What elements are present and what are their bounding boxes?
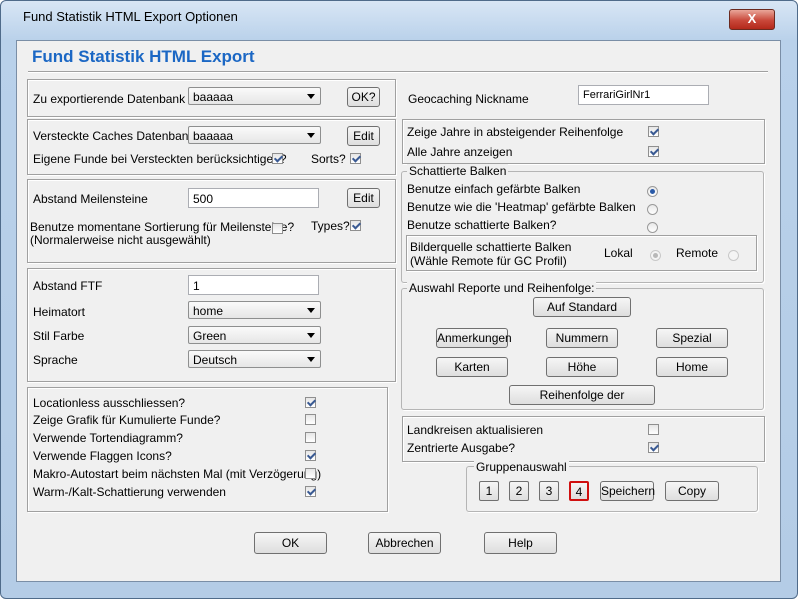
hidden-db-label: Versteckte Caches Datenbank xyxy=(33,129,195,143)
nickname-label: Geocaching Nickname xyxy=(408,92,529,106)
option-label: Zeige Grafik für Kumulierte Funde? xyxy=(33,413,221,427)
help-button[interactable]: Help xyxy=(484,532,557,554)
milestone-sort-label: Benutze momentane Sortierung für Meilens… xyxy=(30,220,295,234)
report-numbers-button[interactable]: Nummern xyxy=(546,328,618,348)
language-label: Sprache xyxy=(33,353,78,367)
option-label: Warm-/Kalt-Schattierung verwenden xyxy=(33,485,226,499)
database-label: Zu exportierende Datenbank xyxy=(33,92,186,106)
close-button[interactable]: X xyxy=(729,9,775,30)
report-maps-button[interactable]: Karten xyxy=(436,357,508,377)
group-2-button[interactable]: 2 xyxy=(509,481,529,501)
sorts-label: Sorts? xyxy=(311,152,346,166)
color-value: Green xyxy=(193,329,227,343)
nickname-value: FerrariGirlNr1 xyxy=(583,89,651,101)
page-title: Fund Statistik HTML Export xyxy=(32,47,255,66)
centered-output-label: Zentrierte Ausgabe? xyxy=(407,441,516,455)
option-checkbox[interactable] xyxy=(305,450,316,461)
color-label: Stil Farbe xyxy=(33,329,85,343)
sorts-checkbox[interactable] xyxy=(350,153,361,164)
source-remote-label: Remote xyxy=(676,246,719,260)
option-checkbox[interactable] xyxy=(305,414,316,425)
group-selection-legend: Gruppenauswahl xyxy=(474,460,569,474)
report-altitude-button[interactable]: Höhe xyxy=(546,357,618,377)
reports-legend: Auswahl Reporte und Reihenfolge: xyxy=(407,281,597,295)
chevron-down-icon xyxy=(307,333,315,338)
hidden-edit-button[interactable]: Edit xyxy=(347,126,380,146)
option-label: Verwende Flaggen Icons? xyxy=(33,449,172,463)
image-source-note: (Wähle Remote für GC Profil) xyxy=(410,254,567,268)
home-select[interactable]: home xyxy=(188,301,321,319)
save-group-button[interactable]: Speichern xyxy=(600,481,655,501)
own-finds-checkbox[interactable] xyxy=(272,153,283,164)
counties-update-label: Landkreisen aktualisieren xyxy=(407,423,544,437)
types-label: Types? xyxy=(311,219,350,233)
window-title: Fund Statistik HTML Export Optionen xyxy=(23,9,238,24)
shaded-option-1-label: Benutze einfach gefärbte Balken xyxy=(407,182,581,196)
own-finds-label: Eigene Funde bei Versteckten berücksicht… xyxy=(33,152,287,166)
milestone-value: 500 xyxy=(193,192,214,206)
ok-check-button[interactable]: OK? xyxy=(347,87,380,107)
report-special-button[interactable]: Spezial xyxy=(656,328,728,348)
hidden-db-value: baaaaa xyxy=(193,129,234,143)
option-label: Makro-Autostart beim nächsten Mal (mit V… xyxy=(33,467,322,481)
database-select[interactable]: baaaaa xyxy=(188,87,321,105)
types-checkbox[interactable] xyxy=(350,220,361,231)
report-notes-button[interactable]: Anmerkungen xyxy=(436,328,512,348)
all-years-checkbox[interactable] xyxy=(648,146,659,157)
chevron-down-icon xyxy=(307,357,315,362)
option-label: Verwende Tortendiagramm? xyxy=(33,431,183,445)
shaded-option-3-label: Benutze schattierte Balken? xyxy=(407,218,557,232)
shaded-option-1-radio[interactable] xyxy=(647,186,658,197)
chevron-down-icon xyxy=(307,133,315,138)
milestone-input[interactable]: 500 xyxy=(188,188,319,208)
chevron-down-icon xyxy=(307,308,315,313)
source-remote-radio[interactable] xyxy=(728,250,739,261)
report-home-button[interactable]: Home xyxy=(656,357,728,377)
years-desc-label: Zeige Jahre in absteigender Reihenfolge xyxy=(407,125,624,139)
centered-output-checkbox[interactable] xyxy=(648,442,659,453)
option-checkbox[interactable] xyxy=(305,486,316,497)
nickname-input[interactable]: FerrariGirlNr1 xyxy=(578,85,709,105)
all-years-label: Alle Jahre anzeigen xyxy=(407,145,513,159)
shaded-bars-legend: Schattierte Balken xyxy=(407,164,509,178)
close-icon: X xyxy=(747,11,757,26)
ok-button[interactable]: OK xyxy=(254,532,327,554)
milestone-sort-note: (Normalerweise nicht ausgewählt) xyxy=(30,233,211,247)
group-3-button[interactable]: 3 xyxy=(539,481,559,501)
milestone-label: Abstand Meilensteine xyxy=(33,192,148,206)
years-desc-checkbox[interactable] xyxy=(648,126,659,137)
option-label: Locationless ausschliessen? xyxy=(33,396,186,410)
shaded-option-2-radio[interactable] xyxy=(647,204,658,215)
option-checkbox[interactable] xyxy=(305,432,316,443)
home-value: home xyxy=(193,304,224,318)
database-value: baaaaa xyxy=(193,90,234,104)
home-label: Heimatort xyxy=(33,305,86,319)
milestone-sort-checkbox[interactable] xyxy=(272,223,283,234)
source-local-radio[interactable] xyxy=(650,250,661,261)
group-1-button[interactable]: 1 xyxy=(479,481,499,501)
copy-group-button[interactable]: Copy xyxy=(665,481,719,501)
ftf-value: 1 xyxy=(193,279,200,293)
shaded-option-3-radio[interactable] xyxy=(647,222,658,233)
group-4-button[interactable]: 4 xyxy=(569,481,589,501)
color-select[interactable]: Green xyxy=(188,326,321,344)
image-source-label: Bilderquelle schattierte Balken xyxy=(410,240,572,254)
option-checkbox[interactable] xyxy=(305,397,316,408)
counties-update-checkbox[interactable] xyxy=(648,424,659,435)
hidden-db-select[interactable]: baaaaa xyxy=(188,126,321,144)
ftf-label: Abstand FTF xyxy=(33,279,103,293)
title-bar[interactable]: Fund Statistik HTML Export Optionen X xyxy=(1,1,797,31)
shaded-option-2-label: Benutze wie die 'Heatmap' gefärbte Balke… xyxy=(407,200,636,214)
chevron-down-icon xyxy=(307,94,315,99)
option-checkbox[interactable] xyxy=(305,468,316,479)
heading-divider xyxy=(28,71,768,73)
language-select[interactable]: Deutsch xyxy=(188,350,321,368)
report-order-button[interactable]: Reihenfolge der xyxy=(509,385,655,405)
language-value: Deutsch xyxy=(193,353,238,367)
reset-standard-button[interactable]: Auf Standard xyxy=(533,297,631,317)
source-local-label: Lokal xyxy=(604,246,633,260)
ftf-input[interactable]: 1 xyxy=(188,275,319,295)
cancel-button[interactable]: Abbrechen xyxy=(368,532,441,554)
milestone-edit-button[interactable]: Edit xyxy=(347,188,380,208)
